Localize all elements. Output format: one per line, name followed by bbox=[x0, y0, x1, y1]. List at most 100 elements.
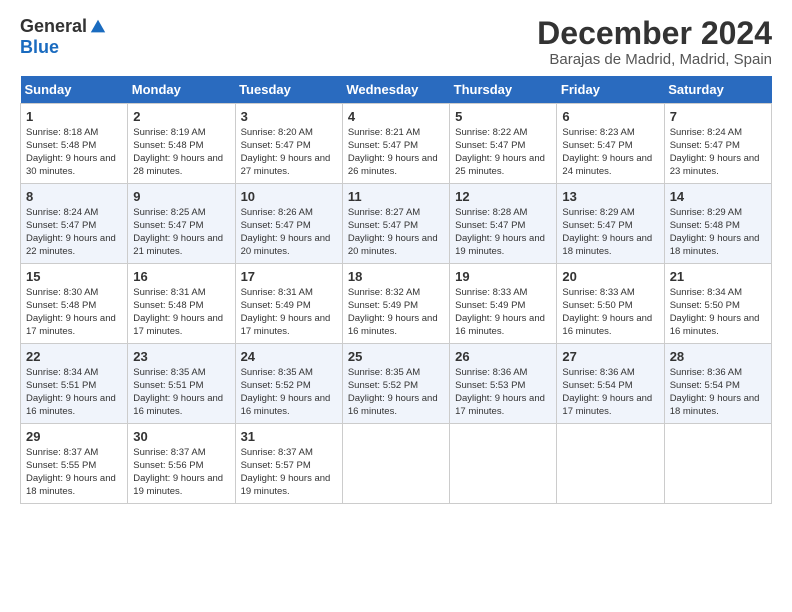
calendar-cell: 20Sunrise: 8:33 AMSunset: 5:50 PMDayligh… bbox=[557, 264, 664, 344]
calendar-cell: 3Sunrise: 8:20 AMSunset: 5:47 PMDaylight… bbox=[235, 104, 342, 184]
calendar-cell: 9Sunrise: 8:25 AMSunset: 5:47 PMDaylight… bbox=[128, 184, 235, 264]
cell-content: Sunrise: 8:33 AMSunset: 5:50 PMDaylight:… bbox=[562, 287, 658, 338]
calendar-cell: 23Sunrise: 8:35 AMSunset: 5:51 PMDayligh… bbox=[128, 344, 235, 424]
day-number: 3 bbox=[241, 108, 337, 126]
calendar-week-row: 22Sunrise: 8:34 AMSunset: 5:51 PMDayligh… bbox=[21, 344, 772, 424]
weekday-header-row: Sunday Monday Tuesday Wednesday Thursday… bbox=[21, 76, 772, 104]
calendar-cell: 25Sunrise: 8:35 AMSunset: 5:52 PMDayligh… bbox=[342, 344, 449, 424]
page-container: General Blue December 2024 Barajas de Ma… bbox=[0, 0, 792, 514]
header-friday: Friday bbox=[557, 76, 664, 104]
cell-content: Sunrise: 8:36 AMSunset: 5:54 PMDaylight:… bbox=[562, 367, 658, 418]
cell-content: Sunrise: 8:31 AMSunset: 5:49 PMDaylight:… bbox=[241, 287, 337, 338]
day-number: 12 bbox=[455, 188, 551, 206]
day-number: 24 bbox=[241, 348, 337, 366]
day-number: 17 bbox=[241, 268, 337, 286]
cell-content: Sunrise: 8:33 AMSunset: 5:49 PMDaylight:… bbox=[455, 287, 551, 338]
calendar-cell: 2Sunrise: 8:19 AMSunset: 5:48 PMDaylight… bbox=[128, 104, 235, 184]
cell-content: Sunrise: 8:37 AMSunset: 5:57 PMDaylight:… bbox=[241, 447, 337, 498]
calendar-cell: 11Sunrise: 8:27 AMSunset: 5:47 PMDayligh… bbox=[342, 184, 449, 264]
calendar-cell: 31Sunrise: 8:37 AMSunset: 5:57 PMDayligh… bbox=[235, 424, 342, 504]
cell-content: Sunrise: 8:30 AMSunset: 5:48 PMDaylight:… bbox=[26, 287, 122, 338]
logo-blue-text: Blue bbox=[20, 37, 59, 58]
calendar-cell: 8Sunrise: 8:24 AMSunset: 5:47 PMDaylight… bbox=[21, 184, 128, 264]
calendar-cell bbox=[664, 424, 771, 504]
day-number: 19 bbox=[455, 268, 551, 286]
calendar-cell: 12Sunrise: 8:28 AMSunset: 5:47 PMDayligh… bbox=[450, 184, 557, 264]
calendar-cell: 28Sunrise: 8:36 AMSunset: 5:54 PMDayligh… bbox=[664, 344, 771, 424]
day-number: 5 bbox=[455, 108, 551, 126]
day-number: 29 bbox=[26, 428, 122, 446]
cell-content: Sunrise: 8:19 AMSunset: 5:48 PMDaylight:… bbox=[133, 127, 229, 178]
day-number: 25 bbox=[348, 348, 444, 366]
month-title: December 2024 bbox=[537, 16, 772, 51]
cell-content: Sunrise: 8:20 AMSunset: 5:47 PMDaylight:… bbox=[241, 127, 337, 178]
day-number: 15 bbox=[26, 268, 122, 286]
cell-content: Sunrise: 8:36 AMSunset: 5:54 PMDaylight:… bbox=[670, 367, 766, 418]
cell-content: Sunrise: 8:31 AMSunset: 5:48 PMDaylight:… bbox=[133, 287, 229, 338]
logo-general-text: General bbox=[20, 16, 87, 37]
day-number: 22 bbox=[26, 348, 122, 366]
day-number: 7 bbox=[670, 108, 766, 126]
calendar-cell: 27Sunrise: 8:36 AMSunset: 5:54 PMDayligh… bbox=[557, 344, 664, 424]
cell-content: Sunrise: 8:22 AMSunset: 5:47 PMDaylight:… bbox=[455, 127, 551, 178]
header-saturday: Saturday bbox=[664, 76, 771, 104]
calendar-cell: 19Sunrise: 8:33 AMSunset: 5:49 PMDayligh… bbox=[450, 264, 557, 344]
calendar-cell: 14Sunrise: 8:29 AMSunset: 5:48 PMDayligh… bbox=[664, 184, 771, 264]
calendar-week-row: 29Sunrise: 8:37 AMSunset: 5:55 PMDayligh… bbox=[21, 424, 772, 504]
cell-content: Sunrise: 8:36 AMSunset: 5:53 PMDaylight:… bbox=[455, 367, 551, 418]
cell-content: Sunrise: 8:37 AMSunset: 5:55 PMDaylight:… bbox=[26, 447, 122, 498]
day-number: 4 bbox=[348, 108, 444, 126]
calendar-week-row: 15Sunrise: 8:30 AMSunset: 5:48 PMDayligh… bbox=[21, 264, 772, 344]
day-number: 30 bbox=[133, 428, 229, 446]
day-number: 13 bbox=[562, 188, 658, 206]
calendar-cell: 30Sunrise: 8:37 AMSunset: 5:56 PMDayligh… bbox=[128, 424, 235, 504]
day-number: 18 bbox=[348, 268, 444, 286]
header-tuesday: Tuesday bbox=[235, 76, 342, 104]
calendar-cell: 1Sunrise: 8:18 AMSunset: 5:48 PMDaylight… bbox=[21, 104, 128, 184]
logo: General Blue bbox=[20, 16, 107, 58]
cell-content: Sunrise: 8:26 AMSunset: 5:47 PMDaylight:… bbox=[241, 207, 337, 258]
cell-content: Sunrise: 8:29 AMSunset: 5:47 PMDaylight:… bbox=[562, 207, 658, 258]
header-monday: Monday bbox=[128, 76, 235, 104]
calendar-cell: 13Sunrise: 8:29 AMSunset: 5:47 PMDayligh… bbox=[557, 184, 664, 264]
cell-content: Sunrise: 8:18 AMSunset: 5:48 PMDaylight:… bbox=[26, 127, 122, 178]
cell-content: Sunrise: 8:23 AMSunset: 5:47 PMDaylight:… bbox=[562, 127, 658, 178]
day-number: 16 bbox=[133, 268, 229, 286]
calendar-cell: 24Sunrise: 8:35 AMSunset: 5:52 PMDayligh… bbox=[235, 344, 342, 424]
calendar-cell: 7Sunrise: 8:24 AMSunset: 5:47 PMDaylight… bbox=[664, 104, 771, 184]
cell-content: Sunrise: 8:28 AMSunset: 5:47 PMDaylight:… bbox=[455, 207, 551, 258]
day-number: 28 bbox=[670, 348, 766, 366]
day-number: 31 bbox=[241, 428, 337, 446]
cell-content: Sunrise: 8:34 AMSunset: 5:50 PMDaylight:… bbox=[670, 287, 766, 338]
day-number: 11 bbox=[348, 188, 444, 206]
cell-content: Sunrise: 8:37 AMSunset: 5:56 PMDaylight:… bbox=[133, 447, 229, 498]
calendar-cell: 4Sunrise: 8:21 AMSunset: 5:47 PMDaylight… bbox=[342, 104, 449, 184]
day-number: 14 bbox=[670, 188, 766, 206]
day-number: 8 bbox=[26, 188, 122, 206]
cell-content: Sunrise: 8:21 AMSunset: 5:47 PMDaylight:… bbox=[348, 127, 444, 178]
day-number: 21 bbox=[670, 268, 766, 286]
title-section: December 2024 Barajas de Madrid, Madrid,… bbox=[537, 16, 772, 68]
day-number: 1 bbox=[26, 108, 122, 126]
cell-content: Sunrise: 8:29 AMSunset: 5:48 PMDaylight:… bbox=[670, 207, 766, 258]
location-text: Barajas de Madrid, Madrid, Spain bbox=[537, 51, 772, 68]
header-thursday: Thursday bbox=[450, 76, 557, 104]
calendar-cell: 10Sunrise: 8:26 AMSunset: 5:47 PMDayligh… bbox=[235, 184, 342, 264]
day-number: 10 bbox=[241, 188, 337, 206]
day-number: 2 bbox=[133, 108, 229, 126]
calendar-table: Sunday Monday Tuesday Wednesday Thursday… bbox=[20, 76, 772, 504]
page-header: General Blue December 2024 Barajas de Ma… bbox=[20, 16, 772, 68]
cell-content: Sunrise: 8:25 AMSunset: 5:47 PMDaylight:… bbox=[133, 207, 229, 258]
calendar-cell: 26Sunrise: 8:36 AMSunset: 5:53 PMDayligh… bbox=[450, 344, 557, 424]
cell-content: Sunrise: 8:24 AMSunset: 5:47 PMDaylight:… bbox=[26, 207, 122, 258]
calendar-cell: 29Sunrise: 8:37 AMSunset: 5:55 PMDayligh… bbox=[21, 424, 128, 504]
calendar-cell bbox=[450, 424, 557, 504]
calendar-week-row: 1Sunrise: 8:18 AMSunset: 5:48 PMDaylight… bbox=[21, 104, 772, 184]
cell-content: Sunrise: 8:35 AMSunset: 5:52 PMDaylight:… bbox=[241, 367, 337, 418]
calendar-cell: 22Sunrise: 8:34 AMSunset: 5:51 PMDayligh… bbox=[21, 344, 128, 424]
calendar-cell bbox=[557, 424, 664, 504]
day-number: 20 bbox=[562, 268, 658, 286]
header-wednesday: Wednesday bbox=[342, 76, 449, 104]
calendar-cell: 6Sunrise: 8:23 AMSunset: 5:47 PMDaylight… bbox=[557, 104, 664, 184]
cell-content: Sunrise: 8:35 AMSunset: 5:52 PMDaylight:… bbox=[348, 367, 444, 418]
